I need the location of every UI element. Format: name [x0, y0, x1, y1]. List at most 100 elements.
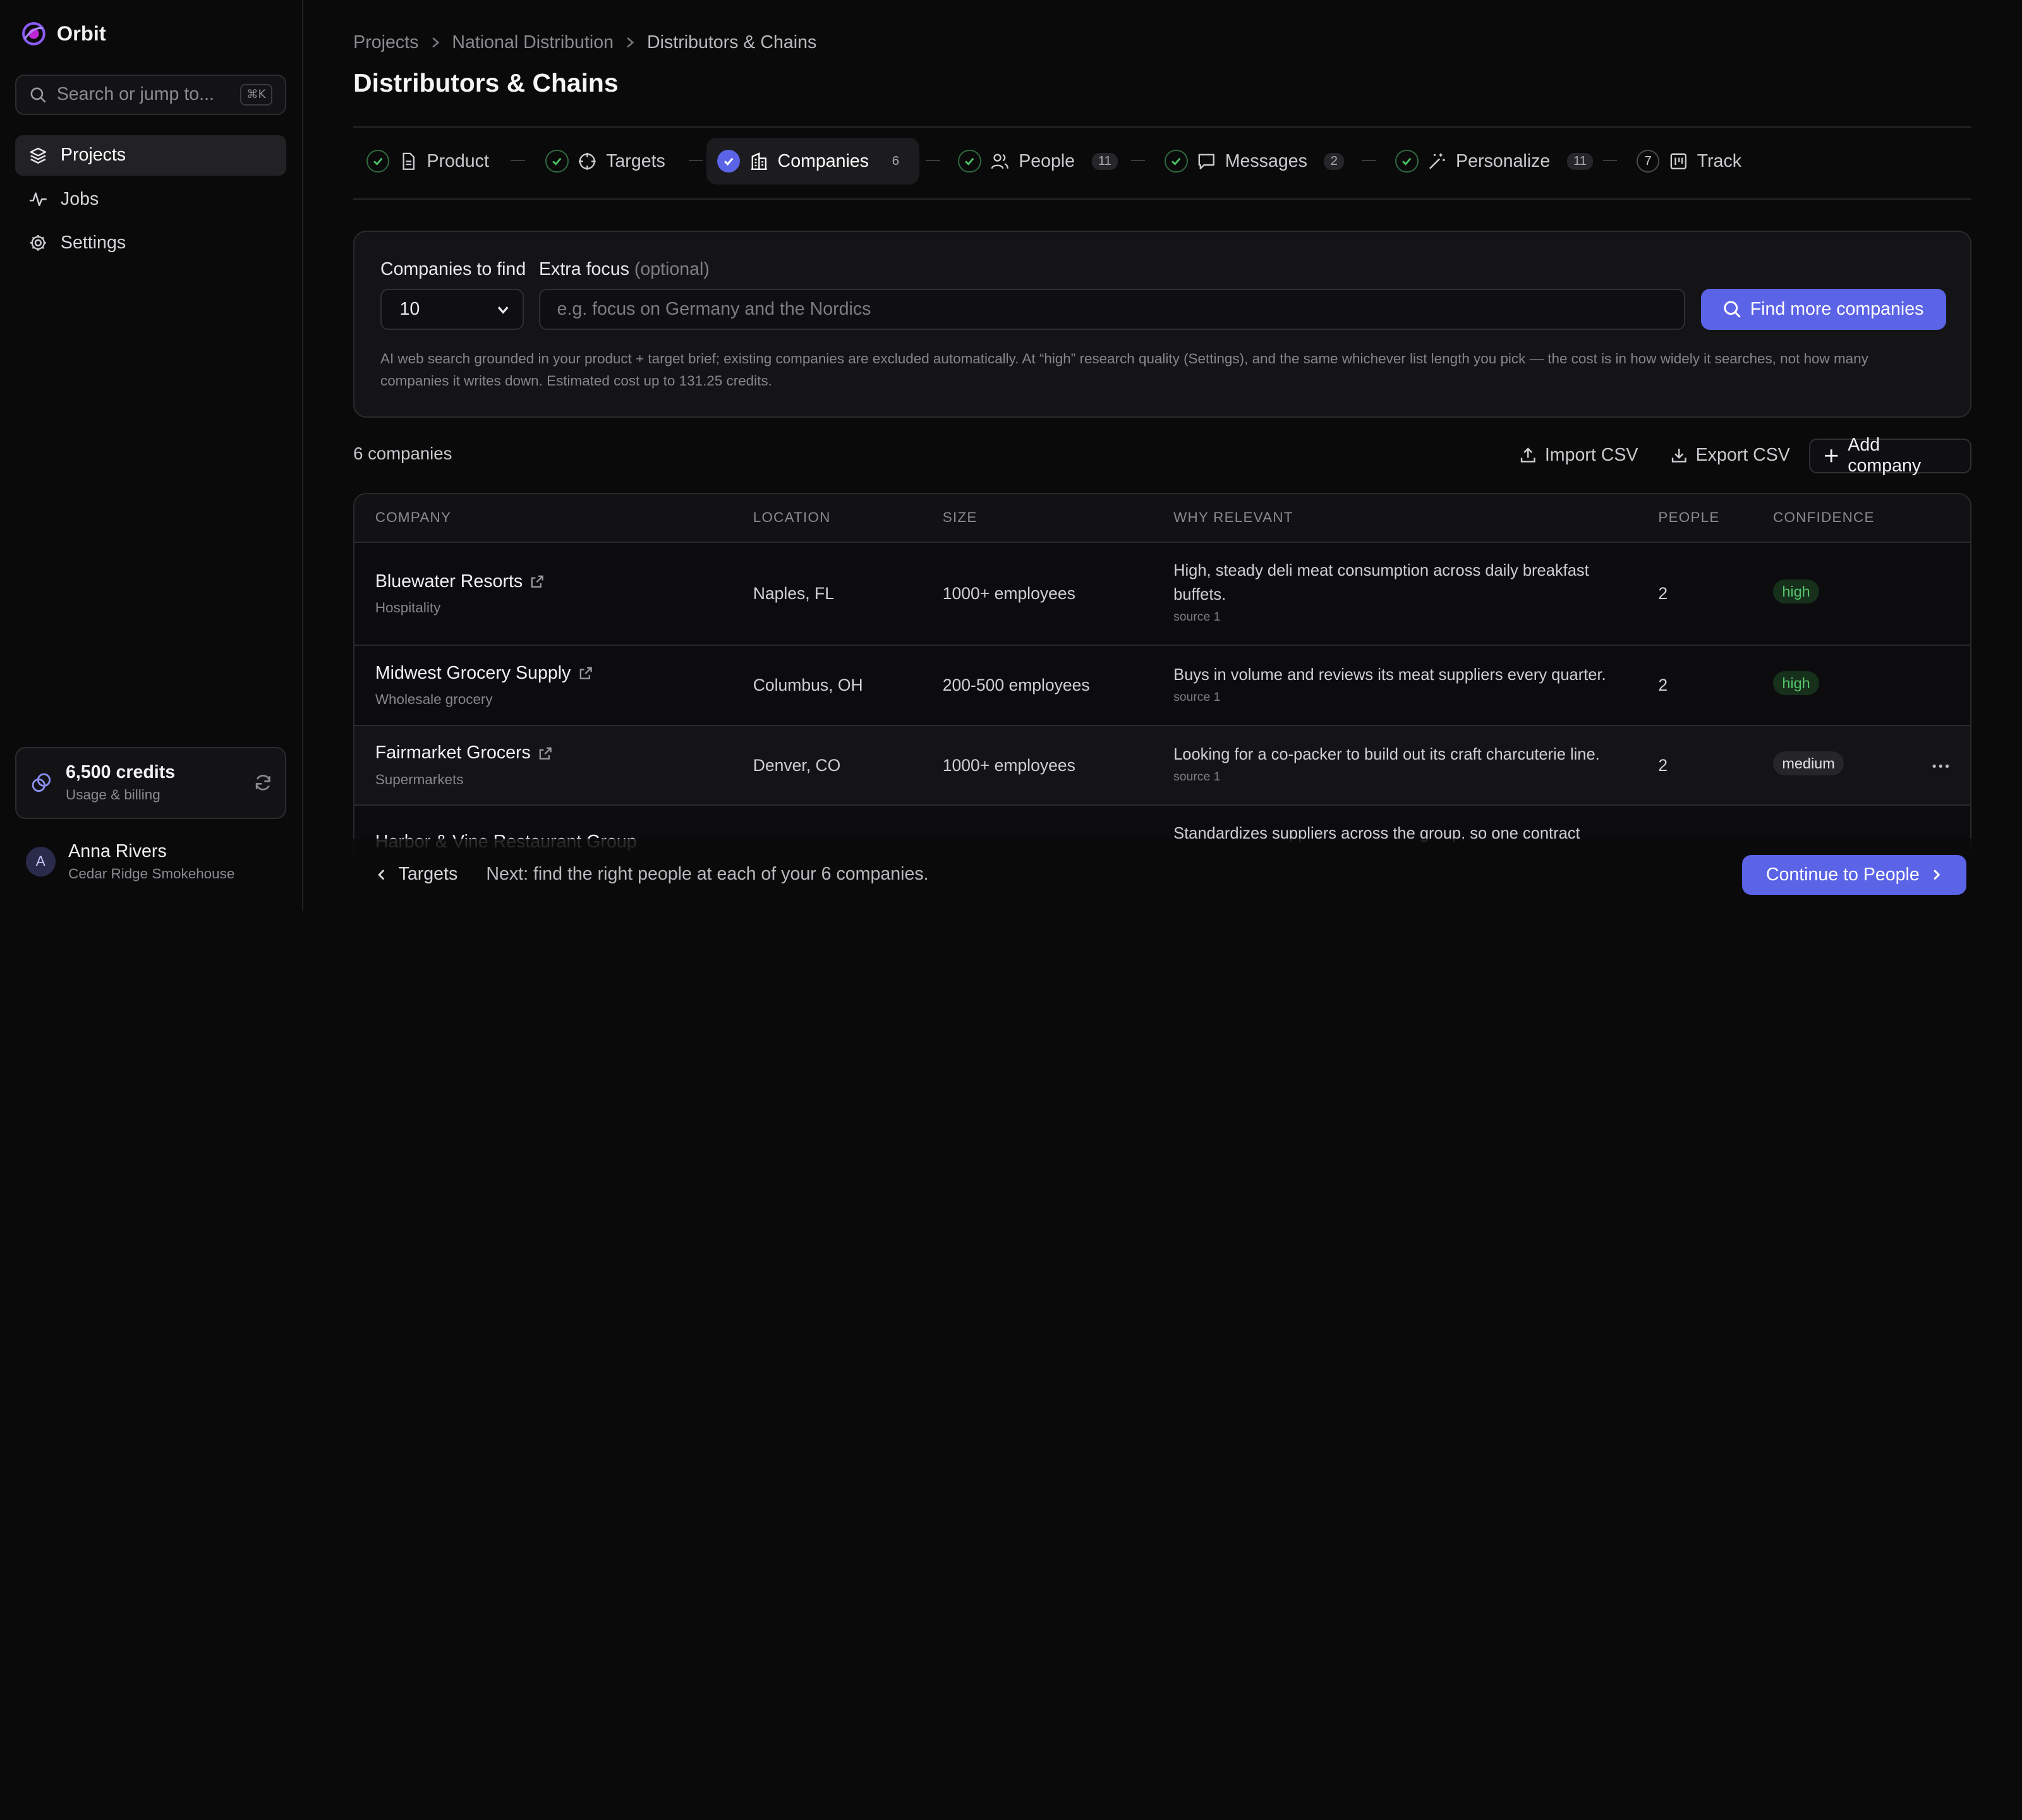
breadcrumb-projects[interactable]: Projects	[353, 32, 418, 53]
step-companies[interactable]: Companies 6	[706, 138, 920, 185]
step-people[interactable]: People 11	[948, 138, 1129, 184]
avatar: A	[25, 846, 56, 877]
refresh-icon[interactable]	[254, 774, 272, 792]
check-icon	[1164, 149, 1188, 173]
source-link[interactable]: source 1	[1173, 610, 1618, 624]
layers-icon	[30, 147, 46, 164]
extra-focus-input[interactable]: e.g. focus on Germany and the Nordics	[539, 289, 1686, 331]
why-relevant-text: High, steady deli meat consumption acros…	[1173, 561, 1589, 604]
export-csv-button[interactable]: Export CSV	[1671, 439, 1790, 472]
brand[interactable]: Orbit	[21, 21, 106, 47]
external-link-icon[interactable]	[538, 746, 552, 760]
confidence-cell: high	[1773, 671, 1819, 696]
column-why-relevant[interactable]: Why relevant	[1173, 509, 1293, 526]
plus-icon	[1824, 449, 1837, 463]
breadcrumb-national-distribution[interactable]: National Distribution	[452, 32, 614, 53]
user-info: Anna Rivers Cedar Ridge Smokehouse	[68, 841, 234, 882]
why-cell: Looking for a co-packer to build out its…	[1173, 743, 1638, 784]
continue-label: Continue to People	[1765, 864, 1920, 885]
external-link-icon[interactable]	[579, 666, 593, 680]
people-count: 2	[1658, 584, 1668, 604]
message-icon	[1198, 154, 1214, 169]
upload-icon	[1520, 447, 1535, 463]
companies-count-select[interactable]: 10	[380, 289, 524, 331]
company-name[interactable]: Fairmarket Grocers	[375, 743, 553, 763]
page-title: Distributors & Chains	[353, 68, 619, 98]
company-name[interactable]: Bluewater Resorts	[375, 571, 545, 592]
search-icon	[30, 87, 46, 103]
people-count: 2	[1658, 676, 1668, 695]
orbit-logo-icon	[21, 21, 45, 46]
step-label: Targets	[606, 150, 665, 171]
credits-sub: Usage & billing	[66, 787, 160, 803]
document-icon	[403, 152, 415, 170]
target-icon	[579, 152, 596, 170]
confidence-badge: high	[1773, 579, 1819, 604]
step-personalize[interactable]: Personalize 11	[1385, 138, 1604, 184]
back-label: Targets	[398, 864, 458, 885]
table-row[interactable]: Fairmarket Grocers Supermarkets Denver, …	[354, 725, 1971, 806]
table-row[interactable]: Bluewater Resorts Hospitality Naples, FL…	[354, 543, 1971, 646]
company-name[interactable]: Midwest Grocery Supply	[375, 663, 593, 684]
company-cell: Bluewater Resorts Hospitality	[375, 571, 545, 616]
step-footer: Targets Next: find the right people at e…	[303, 838, 2022, 911]
credits-amount: 6,500 credits	[66, 762, 176, 783]
find-more-companies-button[interactable]: Find more companies	[1700, 289, 1946, 331]
step-connector	[926, 160, 940, 162]
table-row[interactable]: Midwest Grocery Supply Wholesale grocery…	[354, 646, 1971, 726]
company-industry: Wholesale grocery	[375, 691, 493, 708]
user-profile[interactable]: A Anna Rivers Cedar Ridge Smokehouse	[25, 841, 234, 882]
sidebar-item-jobs[interactable]: Jobs	[15, 179, 286, 219]
why-relevant-text: Buys in volume and reviews its meat supp…	[1173, 665, 1606, 684]
column-company[interactable]: Company	[375, 509, 451, 526]
back-to-targets-button[interactable]: Targets	[375, 864, 457, 885]
search-input[interactable]: Search or jump to... ⌘K	[15, 75, 287, 115]
confidence-cell: high	[1773, 579, 1819, 604]
source-link[interactable]: source 1	[1173, 770, 1638, 784]
external-link-icon[interactable]	[530, 574, 544, 588]
table-header: Company Location Size Why relevant Peopl…	[354, 494, 1971, 543]
step-connector	[688, 160, 703, 162]
chevron-right-icon	[1934, 870, 1940, 880]
step-track[interactable]: 7 Track	[1626, 138, 1752, 184]
why-relevant-text: Looking for a co-packer to build out its…	[1173, 746, 1600, 764]
confidence-badge: high	[1773, 671, 1819, 696]
step-product[interactable]: Product	[356, 138, 499, 184]
more-options-icon[interactable]	[1930, 756, 1951, 777]
company-name-text: Fairmarket Grocers	[375, 743, 531, 763]
step-messages[interactable]: Messages 2	[1154, 138, 1355, 184]
import-csv-button[interactable]: Import CSV	[1520, 439, 1638, 472]
coins-icon	[32, 774, 51, 792]
chevron-right-icon	[627, 37, 634, 48]
building-icon	[751, 152, 767, 170]
step-label: Messages	[1225, 150, 1307, 171]
step-connector	[1362, 160, 1376, 162]
step-targets[interactable]: Targets	[535, 138, 675, 184]
companies-count: 6 companies	[353, 444, 452, 464]
step-count: 6	[892, 154, 900, 168]
main-content: Projects National Distribution Distribut…	[353, 0, 1972, 911]
source-link[interactable]: source 1	[1173, 690, 1638, 705]
sidebar-item-label: Projects	[60, 145, 126, 166]
credits-card[interactable]: 6,500 credits Usage & billing	[15, 746, 287, 819]
step-label: Track	[1697, 150, 1742, 171]
company-name-text: Midwest Grocery Supply	[375, 662, 571, 683]
app-window: Orbit Search or jump to... ⌘K Projects J…	[0, 0, 2022, 911]
next-step-note: Next: find the right people at each of y…	[486, 864, 929, 885]
column-confidence[interactable]: Confidence	[1773, 509, 1875, 526]
step-connector	[1130, 160, 1146, 162]
export-label: Export CSV	[1695, 444, 1790, 465]
company-name-text: Bluewater Resorts	[375, 571, 523, 592]
column-location[interactable]: Location	[753, 509, 831, 526]
check-icon	[717, 149, 741, 173]
continue-to-people-button[interactable]: Continue to People	[1742, 855, 1967, 895]
chevron-right-icon	[432, 37, 439, 48]
column-size[interactable]: Size	[943, 509, 978, 526]
gear-icon	[30, 235, 46, 252]
sidebar-item-label: Jobs	[60, 188, 99, 209]
company-industry: Hospitality	[375, 600, 441, 616]
sidebar-item-settings[interactable]: Settings	[15, 223, 286, 263]
column-people[interactable]: People	[1658, 509, 1719, 526]
sidebar-item-projects[interactable]: Projects	[15, 135, 287, 176]
add-company-button[interactable]: Add company	[1809, 435, 1972, 476]
